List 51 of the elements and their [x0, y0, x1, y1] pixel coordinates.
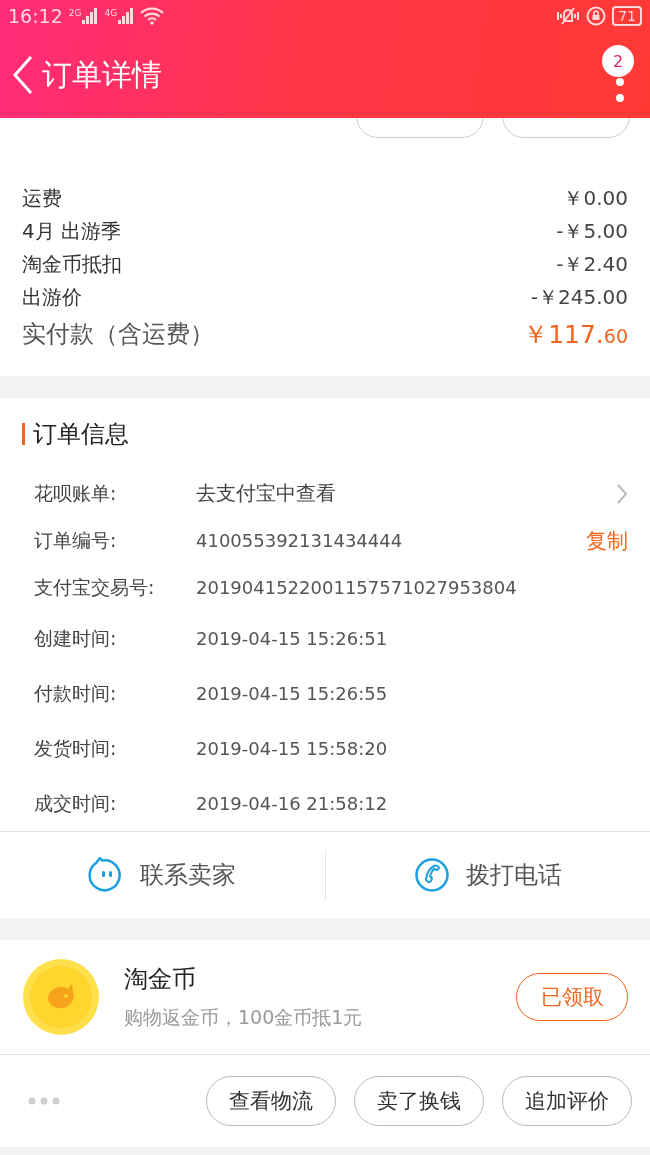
battery-level: 71: [612, 6, 642, 26]
action-button[interactable]: 查看物流: [206, 1076, 336, 1126]
fee-value: -￥245.00: [530, 284, 628, 311]
fee-label: 运费: [22, 185, 62, 212]
wifi-icon: [140, 7, 165, 25]
total-label: 实付款（含运费）: [22, 319, 214, 350]
fee-value: ￥0.00: [563, 185, 628, 212]
info-label: 发货时间:: [34, 735, 118, 761]
signal-icon: [118, 8, 135, 24]
fee-label: 4月 出游季: [22, 218, 122, 245]
fee-value: -￥2.40: [556, 251, 628, 278]
status-time: 16:12: [8, 5, 63, 27]
action-button[interactable]: 追加评价: [502, 1076, 632, 1126]
info-label: 付款时间:: [34, 680, 118, 706]
notification-badge: 2: [602, 45, 634, 77]
network-label: 2G: [68, 8, 82, 18]
fee-value: -￥5.00: [556, 218, 628, 245]
back-icon[interactable]: [12, 55, 34, 95]
info-label: 花呗账单:: [34, 480, 118, 506]
info-value: 410055392131434444: [196, 530, 404, 551]
info-value: 2019-04-15 15:26:51: [196, 628, 389, 649]
info-label: 订单编号:: [34, 527, 118, 553]
fee-label: 淘金币抵扣: [22, 251, 122, 278]
network-label: 4G: [104, 8, 118, 18]
vibrate-icon: [556, 6, 581, 26]
info-value[interactable]: 去支付宝中查看: [196, 480, 616, 507]
info-value: 2019-04-15 15:58:20: [196, 738, 389, 759]
info-value: 2019-04-16 21:58:12: [196, 793, 389, 814]
phone-icon: [413, 857, 450, 893]
chevron-right-icon: [616, 482, 628, 505]
page-title: 订单详情: [42, 55, 162, 94]
call-button[interactable]: 拨打电话: [325, 832, 650, 918]
more-icon[interactable]: [615, 77, 625, 105]
action-button[interactable]: 卖了换钱: [354, 1076, 484, 1126]
info-value: 2019041522001157571027953804: [196, 577, 518, 598]
section-marker: [22, 423, 25, 445]
info-label: 创建时间:: [34, 625, 118, 651]
total-amount: ￥117.: [523, 318, 604, 351]
info-value: 2019-04-15 15:26:55: [196, 683, 389, 704]
more-icon[interactable]: [28, 1097, 60, 1105]
section-title: 订单信息: [33, 419, 129, 450]
contact-seller-button[interactable]: 联系卖家: [0, 832, 325, 918]
info-label: 成交时间:: [34, 790, 118, 816]
coin-icon: [22, 958, 100, 1036]
signal-icon: [82, 8, 99, 24]
info-label: 支付宝交易号:: [34, 574, 156, 600]
coin-subtitle: 购物返金币，100金币抵1元: [124, 1005, 364, 1030]
coin-title: 淘金币: [124, 964, 197, 995]
total-decimals: 60: [603, 324, 628, 347]
rotation-lock-icon: [586, 6, 607, 26]
fee-label: 出游价: [22, 284, 82, 311]
